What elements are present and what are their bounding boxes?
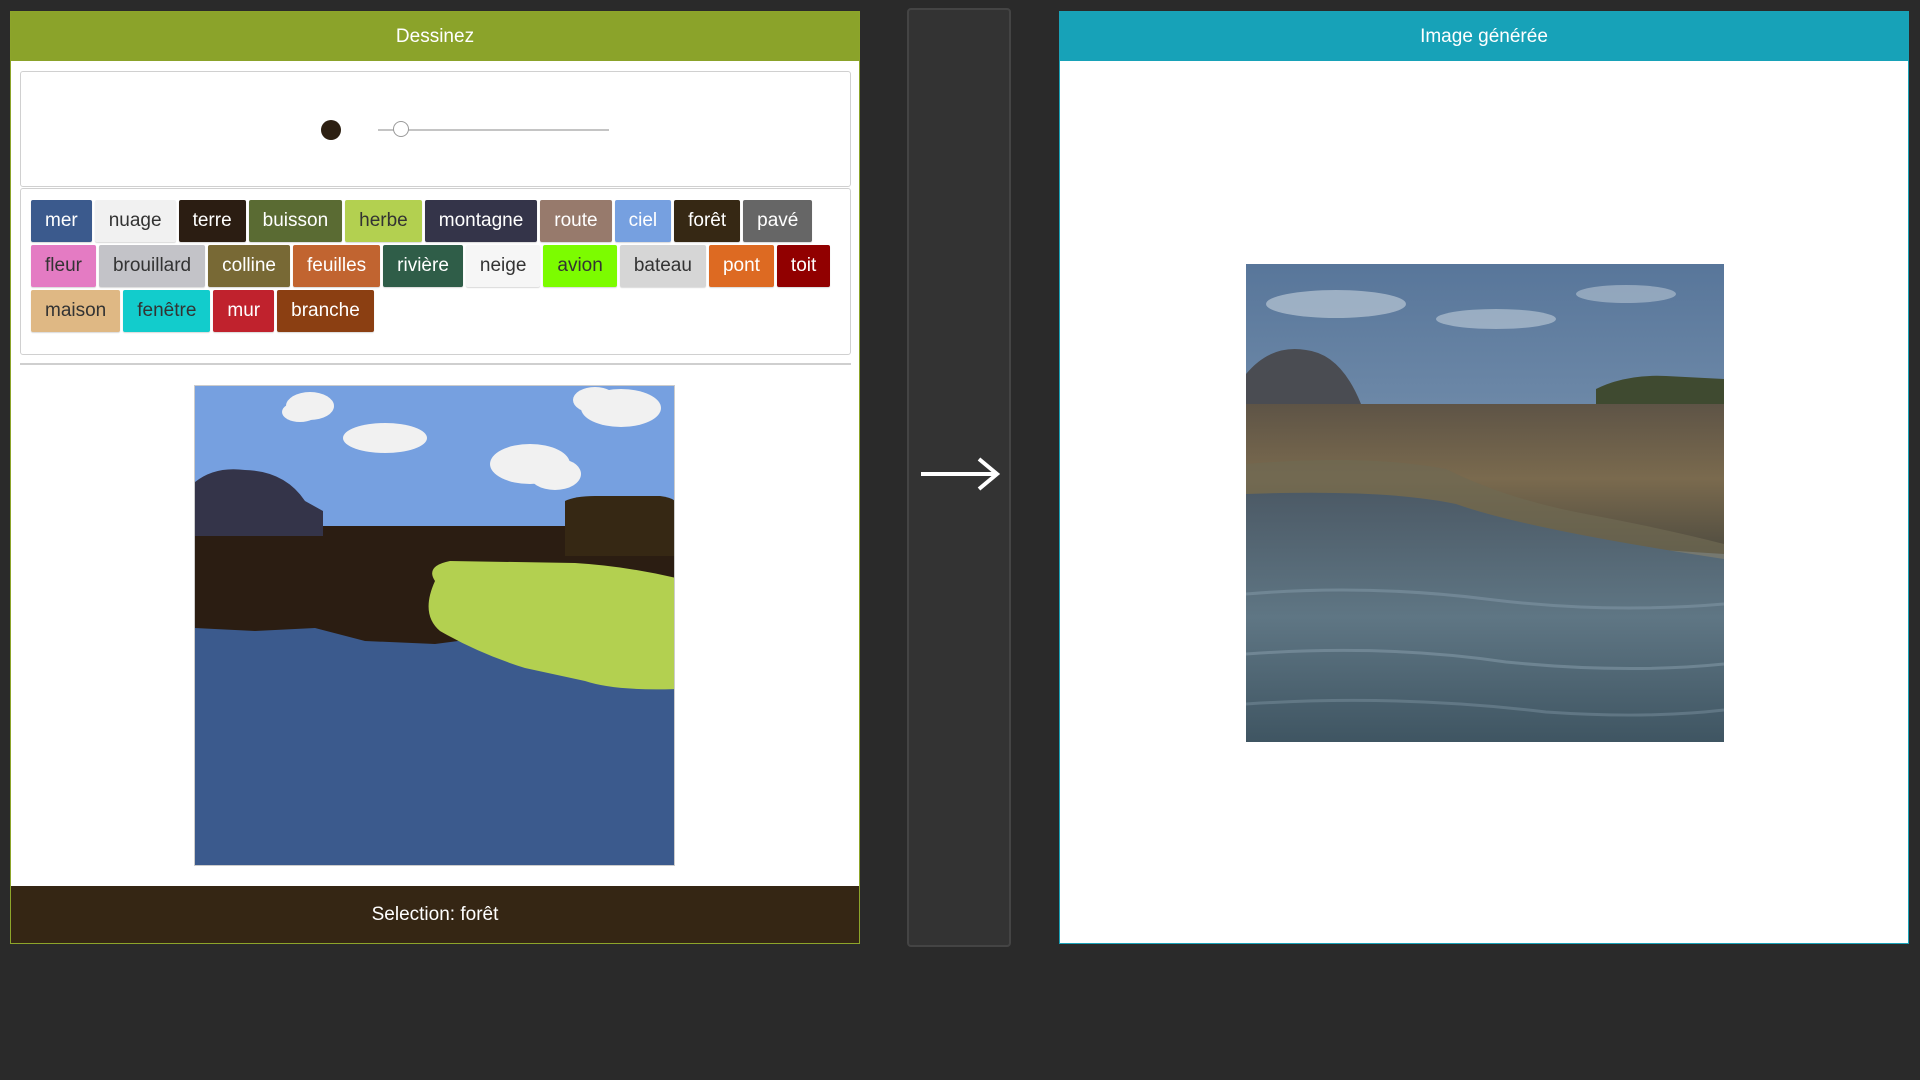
drawing-panel-title: Dessinez (395, 25, 475, 47)
label-chip-10[interactable]: fleur (31, 245, 96, 287)
label-palette: mer nuage terre buisson herbe montagne route ci… (20, 188, 851, 355)
label-chip-5[interactable]: montagne (424, 200, 538, 242)
brush-size-slider[interactable] (378, 129, 609, 131)
label-chip-14[interactable]: rivière (383, 245, 463, 287)
divider (20, 363, 851, 365)
brush-size-slider-thumb[interactable] (393, 121, 410, 137)
label-chip-12[interactable]: colline (208, 245, 290, 287)
drawing-panel: Dessinez mer nuage terre buisson herbe montag… (10, 11, 860, 944)
drawing-panel-header: Dessinez (11, 12, 859, 61)
selection-footer: Selection: forêt (11, 886, 859, 943)
label-chip-8[interactable]: forêt (674, 200, 741, 242)
arrow-right-icon[interactable] (919, 456, 1001, 492)
brush-preview-dot (321, 120, 341, 140)
generated-panel-header: Image générée (1060, 12, 1908, 61)
label-chip-13[interactable]: feuilles (293, 245, 381, 287)
generated-panel-title: Image générée (1420, 25, 1548, 47)
label-chip-17[interactable]: bateau (619, 245, 706, 287)
selection-text: Selection: forêt (371, 903, 499, 925)
label-chip-23[interactable]: branche (277, 290, 374, 332)
label-chip-4[interactable]: herbe (345, 200, 422, 242)
generated-panel: Image générée (1059, 11, 1909, 944)
brush-settings (20, 71, 851, 187)
label-chip-16[interactable]: avion (543, 245, 617, 287)
label-chip-21[interactable]: fenêtre (123, 290, 211, 332)
label-chip-20[interactable]: maison (31, 290, 121, 332)
label-chip-0[interactable]: mer (31, 200, 92, 242)
label-chip-1[interactable]: nuage (94, 200, 176, 242)
sketch-drawing[interactable] (195, 386, 675, 866)
label-chip-19[interactable]: toit (776, 245, 831, 287)
label-chip-18[interactable]: pont (708, 245, 774, 287)
label-chip-9[interactable]: pavé (743, 200, 813, 242)
label-chip-6[interactable]: route (540, 200, 612, 242)
label-chip-11[interactable]: brouillard (98, 245, 206, 287)
generated-image (1246, 264, 1724, 742)
label-chip-7[interactable]: ciel (614, 200, 672, 242)
label-chip-15[interactable]: neige (465, 245, 541, 287)
sketch-canvas[interactable] (194, 385, 675, 866)
label-chip-22[interactable]: mur (213, 290, 275, 332)
generate-arrow-panel[interactable] (907, 8, 1011, 947)
label-chip-2[interactable]: terre (178, 200, 246, 242)
label-chip-3[interactable]: buisson (248, 200, 343, 242)
